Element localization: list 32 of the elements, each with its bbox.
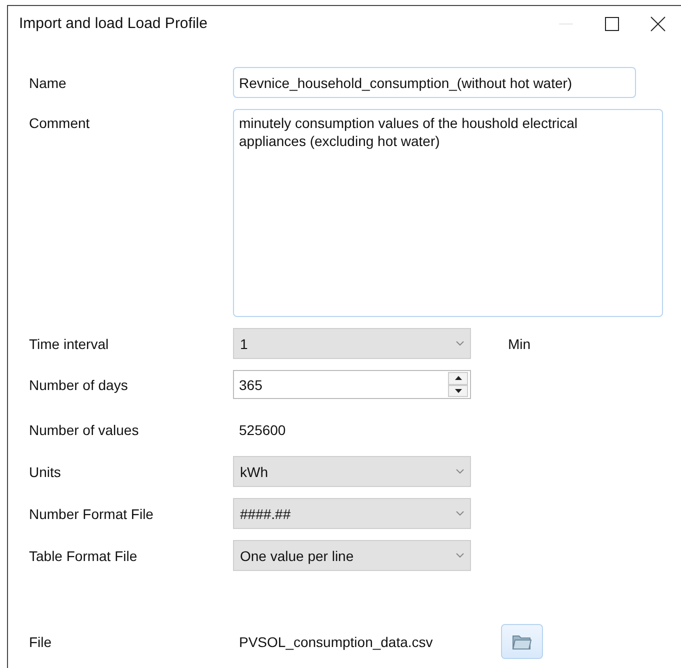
close-icon: [650, 16, 666, 32]
text-field[interactable]: Revnice_household_consumption_(without hot water): [233, 67, 636, 98]
folder-icon: [512, 633, 532, 650]
dropdown[interactable]: kWh: [233, 456, 471, 487]
field-label: Comment: [29, 114, 91, 131]
field-label: Number of days: [29, 376, 129, 392]
dropdown[interactable]: ####.##: [233, 498, 471, 529]
window-title: Import and load Load Profile: [19, 15, 208, 32]
maximize-icon: [605, 16, 619, 30]
down-arrow-icon: [454, 388, 462, 393]
field-label: Number of values: [29, 422, 140, 438]
field-label: File: [29, 634, 53, 650]
comment-field[interactable]: minutely consumption values of the houshold electrical appliances (excluding hot water): [233, 109, 663, 317]
increment-button[interactable]: [448, 372, 468, 384]
chevron-icon: [456, 511, 464, 516]
browse-button[interactable]: [501, 624, 543, 659]
chevron-icon: [456, 469, 464, 474]
dropdown[interactable]: 1: [233, 328, 471, 359]
field-label: Table Format File: [29, 548, 138, 564]
field-label: Units: [29, 464, 62, 480]
dropdown[interactable]: One value per line: [233, 540, 471, 571]
number-field[interactable]: 365: [233, 370, 471, 399]
decrement-button[interactable]: [448, 384, 468, 397]
chevron-icon: [456, 341, 464, 346]
up-arrow-icon: [454, 376, 462, 380]
chevron-icon: [456, 553, 464, 558]
field-label: Name: [29, 74, 68, 90]
unit-label: Min: [508, 336, 531, 352]
value-text: 525600: [238, 422, 286, 438]
field-label: Time interval: [29, 336, 110, 352]
file-name: PVSOL_consumption_data.csv: [238, 634, 434, 650]
field-label: Number Format File: [29, 506, 154, 522]
